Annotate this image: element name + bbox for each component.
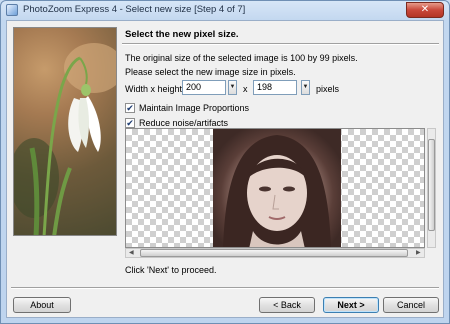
maintain-proportions-checkbox[interactable]: ✔ — [125, 103, 135, 113]
next-button[interactable]: Next > — [323, 297, 379, 313]
close-button[interactable]: ✕ — [406, 2, 444, 18]
about-button[interactable]: About — [13, 297, 71, 313]
preview-photo — [213, 129, 341, 247]
instruction-text: Please select the new image size in pixe… — [125, 67, 296, 77]
wizard-client-area: Select the new pixel size. The original … — [6, 20, 444, 318]
horizontal-scroll-thumb[interactable] — [140, 249, 408, 257]
width-spinner[interactable]: ▼ — [228, 80, 237, 95]
footer-divider — [11, 287, 439, 289]
reduce-noise-label[interactable]: Reduce noise/artifacts — [139, 118, 228, 128]
back-button[interactable]: < Back — [259, 297, 315, 313]
height-spinner[interactable]: ▼ — [301, 80, 310, 95]
height-input[interactable]: 198 — [253, 80, 297, 95]
spin-arrows-icon: ▼ — [302, 84, 309, 90]
app-icon — [6, 4, 18, 16]
spin-arrows-icon: ▼ — [229, 84, 236, 90]
close-icon: ✕ — [420, 4, 430, 15]
step-heading: Select the new pixel size. — [125, 29, 239, 40]
scroll-right-icon[interactable]: ▶ — [416, 249, 421, 256]
maintain-proportions-label[interactable]: Maintain Image Proportions — [139, 103, 249, 113]
units-label: pixels — [316, 84, 340, 94]
snowdrop-illustration — [14, 43, 116, 235]
scroll-left-icon[interactable]: ◀ — [129, 249, 134, 256]
vertical-scroll-thumb[interactable] — [428, 139, 435, 231]
original-size-text: The original size of the selected image … — [125, 53, 358, 63]
heading-divider — [122, 43, 439, 45]
wizard-side-image — [13, 27, 117, 236]
window-title: PhotoZoom Express 4 - Select new size [S… — [23, 4, 246, 15]
portrait-illustration — [223, 135, 331, 247]
reduce-noise-checkbox[interactable]: ✔ — [125, 118, 135, 128]
image-preview[interactable] — [125, 128, 425, 248]
preview-vertical-scrollbar[interactable] — [427, 128, 436, 248]
proceed-hint: Click 'Next' to proceed. — [125, 265, 217, 275]
title-bar[interactable]: PhotoZoom Express 4 - Select new size [S… — [1, 1, 449, 19]
times-separator: x — [243, 84, 248, 94]
wizard-window: PhotoZoom Express 4 - Select new size [S… — [0, 0, 450, 324]
width-input[interactable]: 200 — [182, 80, 226, 95]
cancel-button[interactable]: Cancel — [383, 297, 439, 313]
preview-horizontal-scrollbar[interactable]: ◀ ▶ — [125, 248, 425, 258]
size-label: Width x height: — [125, 84, 185, 94]
